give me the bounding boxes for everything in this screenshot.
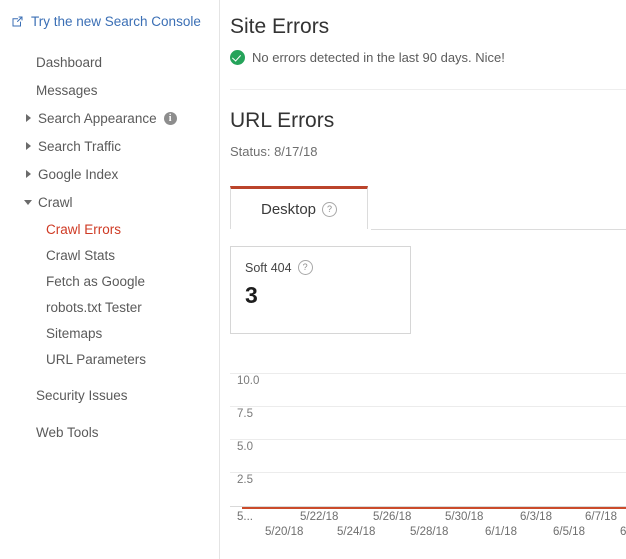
gridline	[230, 406, 626, 407]
site-errors-section: Site Errors No errors detected in the la…	[230, 0, 626, 65]
url-errors-section: URL Errors Status: 8/17/18 Desktop ? Sof…	[230, 90, 626, 334]
try-new-search-console-link[interactable]: Try the new Search Console	[0, 11, 219, 31]
chevron-right-icon	[24, 169, 34, 179]
x-axis-tick: 5/22/18	[300, 511, 339, 523]
x-axis-tick: 5/24/18	[337, 526, 376, 538]
url-errors-status-label: Status: 8/17/18	[230, 144, 318, 159]
sidebar-item-label: Sitemaps	[46, 325, 103, 341]
site-errors-status-text: No errors detected in the last 90 days. …	[252, 50, 505, 65]
sidebar-item-label: URL Parameters	[46, 351, 147, 367]
help-icon[interactable]: ?	[322, 201, 338, 217]
check-circle-icon	[230, 50, 245, 65]
tab-desktop[interactable]: Desktop ?	[230, 186, 369, 229]
sidebar-item-messages[interactable]: Messages	[0, 76, 219, 104]
sidebar-item-web-tools[interactable]: Web Tools	[0, 418, 219, 446]
x-axis-tick: 5/26/18	[373, 511, 412, 523]
chart-series-soft-404	[242, 507, 626, 509]
sidebar-item-label: Crawl Errors	[46, 221, 122, 237]
chevron-down-icon	[24, 197, 34, 207]
x-axis-tick: 6	[620, 526, 626, 538]
sidebar-item-label: Crawl	[38, 194, 73, 210]
sidebar-item-fetch-as-google[interactable]: Fetch as Google	[0, 268, 219, 294]
sidebar-item-label: Google Index	[38, 166, 119, 182]
try-new-search-console-label: Try the new Search Console	[31, 13, 201, 29]
chevron-right-icon	[24, 141, 34, 151]
sidebar: Try the new Search Console Dashboard Mes…	[0, 0, 220, 559]
y-axis-tick: 5.0	[237, 441, 253, 453]
metric-card-soft-404[interactable]: Soft 404 ? 3	[230, 246, 411, 334]
sidebar-item-label: Crawl Stats	[46, 247, 116, 263]
sidebar-item-label: Web Tools	[36, 424, 99, 440]
sidebar-item-label: Security Issues	[36, 387, 128, 403]
x-axis-tick: 6/5/18	[553, 526, 585, 538]
url-errors-tabs: Desktop ?	[230, 186, 626, 230]
tab-desktop-label: Desktop	[261, 200, 317, 218]
external-link-icon	[11, 15, 24, 28]
sidebar-item-security-issues[interactable]: Security Issues	[0, 381, 219, 409]
sidebar-item-crawl[interactable]: Crawl	[0, 188, 219, 216]
x-axis-tick: 5...	[237, 511, 253, 523]
main-content: Site Errors No errors detected in the la…	[220, 0, 626, 559]
sidebar-item-robots-txt-tester[interactable]: robots.txt Tester	[0, 294, 219, 320]
sidebar-item-label: Search Traffic	[38, 138, 122, 154]
info-icon[interactable]: i	[163, 111, 177, 125]
sidebar-item-search-appearance[interactable]: Search Appearance i	[0, 104, 219, 132]
sidebar-item-label: Dashboard	[36, 54, 103, 70]
chart-plot-area: 10.0 7.5 5.0 2.5	[230, 365, 626, 509]
errors-over-time-chart[interactable]: 10.0 7.5 5.0 2.5 5... 5/22/18 5/26/18 5/…	[230, 365, 626, 559]
sidebar-item-label: Messages	[36, 82, 98, 98]
x-axis-tick: 6/1/18	[485, 526, 517, 538]
x-axis-tick: 6/3/18	[520, 511, 552, 523]
sidebar-item-dashboard[interactable]: Dashboard	[0, 48, 219, 76]
x-axis-tick: 6/7/18	[585, 511, 617, 523]
metric-card-value: 3	[245, 282, 258, 308]
help-icon[interactable]: ?	[297, 260, 313, 275]
sidebar-item-url-parameters[interactable]: URL Parameters	[0, 346, 219, 372]
gridline	[230, 472, 626, 473]
sidebar-item-google-index[interactable]: Google Index	[0, 160, 219, 188]
metric-card-header: Soft 404 ?	[245, 260, 410, 275]
sidebar-nav: Dashboard Messages Search Appearance i S…	[0, 48, 219, 446]
chevron-right-icon	[24, 113, 34, 123]
sidebar-item-sitemaps[interactable]: Sitemaps	[0, 320, 219, 346]
sidebar-item-label: Fetch as Google	[46, 273, 146, 289]
y-axis-tick: 2.5	[237, 474, 253, 486]
url-errors-title: URL Errors	[230, 109, 335, 132]
x-axis-tick: 5/20/18	[265, 526, 304, 538]
tabs-underline	[371, 229, 626, 230]
sidebar-item-crawl-stats[interactable]: Crawl Stats	[0, 242, 219, 268]
y-axis-tick: 10.0	[237, 375, 260, 387]
search-console-page: Try the new Search Console Dashboard Mes…	[0, 0, 626, 559]
sidebar-item-label: Search Appearance	[38, 110, 157, 126]
sidebar-item-search-traffic[interactable]: Search Traffic	[0, 132, 219, 160]
gridline	[230, 373, 626, 374]
site-errors-status: No errors detected in the last 90 days. …	[230, 50, 626, 65]
x-axis-tick: 5/28/18	[410, 526, 449, 538]
y-axis-tick: 7.5	[237, 408, 253, 420]
metric-card-label: Soft 404	[245, 260, 292, 275]
metric-cards: Soft 404 ? 3	[230, 246, 626, 334]
x-axis-tick: 5/30/18	[445, 511, 484, 523]
sidebar-item-label: robots.txt Tester	[46, 299, 142, 315]
gridline	[230, 439, 626, 440]
site-errors-title: Site Errors	[230, 15, 330, 38]
sidebar-item-crawl-errors[interactable]: Crawl Errors	[0, 216, 219, 242]
